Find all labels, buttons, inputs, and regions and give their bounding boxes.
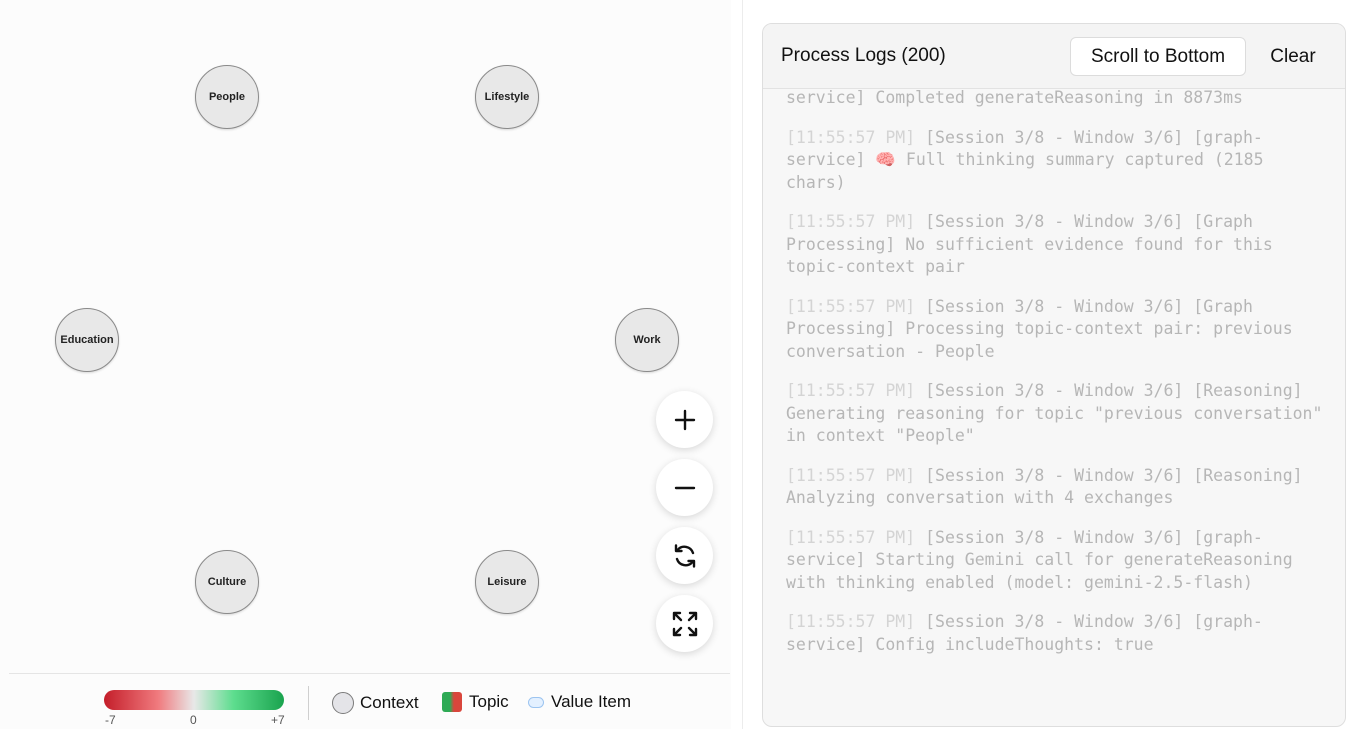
gradient-min-label: -7 [105,713,116,727]
log-timestamp: [11:55:57 PM] [786,296,916,316]
log-entry: [11:55:57 PM] [Session 3/8 - Window 3/6]… [786,527,1326,595]
clear-logs-button[interactable]: Clear [1258,37,1328,76]
log-entry: [11:55:57 PM] [Session 3/8 - Window 3/6]… [786,211,1326,279]
zoom-out-button[interactable] [656,459,713,516]
scroll-to-bottom-button[interactable]: Scroll to Bottom [1070,37,1246,76]
context-node-lifestyle[interactable]: Lifestyle [475,65,539,129]
log-entry: [11:55:57 PM] [Session 3/8 - Window 3/6]… [786,380,1326,448]
context-node-culture[interactable]: Culture [195,550,259,614]
minus-icon [674,486,695,489]
context-node-people[interactable]: People [195,65,259,129]
graph-canvas[interactable]: People Lifestyle Education Work Culture … [0,0,731,729]
context-node-leisure[interactable]: Leisure [475,550,539,614]
topic-swatch-icon [442,692,462,712]
legend-context-label: Context [360,693,419,712]
logs-header: Process Logs (200) Scroll to Bottom Clea… [763,24,1345,89]
context-node-education[interactable]: Education [55,308,119,372]
log-text: service] Completed generateReasoning in … [786,89,1243,107]
log-entry: [11:55:57 PM] [Session 3/8 - Window 3/6]… [786,127,1326,195]
log-timestamp: [11:55:57 PM] [786,612,916,631]
log-entry: [11:55:57 PM] [Session 3/8 - Window 3/6]… [786,611,1326,656]
log-timestamp: [11:55:57 PM] [786,527,916,547]
logs-title: Process Logs (200) [781,45,946,66]
reset-view-button[interactable] [656,527,713,584]
legend-separator [308,686,309,720]
log-entry: [11:55:57 PM] [Session 3/8 - Window 3/6]… [786,296,1326,364]
gradient-max-label: +7 [271,713,285,727]
fullscreen-button[interactable] [656,595,713,652]
logs-scroll-area[interactable]: service] Completed generateReasoning in … [763,89,1345,726]
log-entry: [11:55:57 PM] [Session 3/8 - Window 3/6]… [786,465,1326,510]
log-timestamp: [11:55:57 PM] [786,381,916,400]
legend: -7 0 +7 Context Topic Value Item [0,674,731,729]
plus-icon [674,409,695,430]
legend-value-item-label: Value Item [551,692,632,711]
context-swatch-icon [332,692,354,714]
legend-item-topic: Topic [442,692,509,712]
log-timestamp: [11:55:57 PM] [786,212,916,231]
legend-topic-label: Topic [469,692,509,711]
panel-divider [742,0,743,729]
brain-icon: 🧠 [875,150,896,169]
sentiment-gradient-bar [104,690,284,710]
expand-icon [672,611,697,636]
legend-item-value: Value Item [528,692,631,712]
log-timestamp: [11:55:57 PM] [786,465,916,485]
process-logs-panel: Process Logs (200) Scroll to Bottom Clea… [762,23,1346,727]
context-node-work[interactable]: Work [615,308,679,372]
zoom-in-button[interactable] [656,391,713,448]
legend-item-context: Context [332,692,419,714]
value-item-swatch-icon [528,696,544,708]
gradient-mid-label: 0 [190,713,197,727]
app-root: People Lifestyle Education Work Culture … [0,0,1348,729]
log-entry: service] Completed generateReasoning in … [786,89,1326,110]
log-timestamp: [11:55:57 PM] [786,127,916,147]
refresh-icon [674,543,695,568]
